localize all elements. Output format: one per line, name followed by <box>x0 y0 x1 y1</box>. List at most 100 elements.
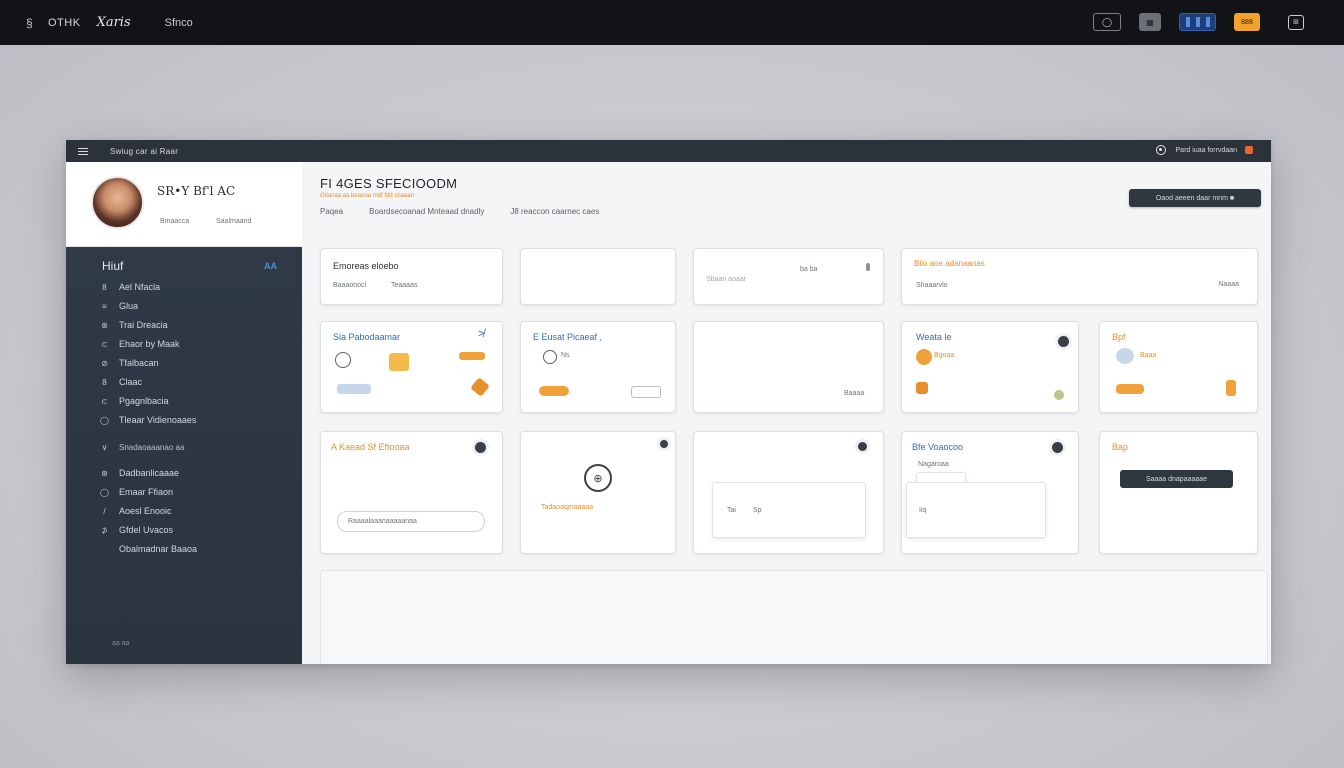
sidebar-group-toggle[interactable]: ∨ Snadaoaaanao aa <box>100 440 185 454</box>
card-subtitle: Teaaaas <box>391 282 418 289</box>
sidebar-item[interactable]: ⊂ Ehaor by Maak <box>100 337 280 351</box>
app-title-bar: Swiug car ai Raar Pard iuaa forrvdaan <box>66 140 1271 162</box>
chart-icon <box>337 384 371 394</box>
sheet-label: Sp <box>753 507 762 514</box>
avatar[interactable] <box>91 176 144 229</box>
filter-bar: Paqea Boardsecoanad Mnteaad dnadly J8 re… <box>320 207 599 216</box>
app-logo-icon[interactable]: § <box>26 16 38 30</box>
sheet-label: Iiq <box>919 507 927 514</box>
snowflake-icon: ≯ <box>478 328 485 340</box>
sidebar-subitem[interactable]: ⊅ Gfdel Uvacos <box>100 523 280 537</box>
radio-icon[interactable] <box>475 442 486 453</box>
signal-icon <box>866 263 870 271</box>
sidebar-item[interactable]: ≡ Glua <box>100 299 280 313</box>
card-r2c3[interactable]: Baaaa <box>693 321 884 413</box>
card-r2c1[interactable]: Sia Pabodaamar ≯ <box>320 321 503 413</box>
sidebar-subitem[interactable]: ◯ Emaar Ffiaon <box>100 485 280 499</box>
radio-icon[interactable] <box>858 442 867 451</box>
card-r2c2[interactable]: E Eusat Picaeaf , Ns <box>520 321 676 413</box>
sidebar-item-icon: / <box>103 506 106 516</box>
card-subtitle: Ns <box>561 352 570 359</box>
sidebar-item[interactable]: ⊛ Trai Dreacia <box>100 318 280 332</box>
os-window-button[interactable]: ⊞ <box>1288 14 1304 30</box>
card-tag: ba ba <box>800 266 818 273</box>
sidebar-subitem[interactable]: / Aoesl Enooic <box>100 504 280 518</box>
sidebar-item[interactable]: ◯ Tleaar Vidienoaaes <box>100 413 280 427</box>
card-r1c4[interactable]: Bilo aoe adanaanas Shaaarvlo Naaaa <box>901 248 1258 305</box>
card-subtitle: Bgoaa <box>934 352 955 359</box>
sidebar-item-icon: 8 <box>102 282 107 292</box>
sidebar-item-label: Claac <box>119 377 143 387</box>
os-brand-script: Xaris <box>96 15 131 30</box>
leaf-icon <box>1054 390 1064 400</box>
bottle-icon <box>1226 380 1236 396</box>
hamburger-menu-icon[interactable] <box>78 147 88 155</box>
sheet-label: Tai <box>727 507 736 514</box>
card-title: A Kaead Sf Eftooaa <box>331 442 410 452</box>
sidebar-item-icon: ◯ <box>100 487 109 497</box>
pill-icon <box>1116 384 1144 394</box>
main-content: FI 4GES SFECIOODM Gtlanaa aa beauoa mdf … <box>302 162 1271 664</box>
card-r3c1[interactable]: A Kaead Sf Eftooaa Raaaalaaanaaaaanaa <box>320 431 503 554</box>
card-icon <box>631 386 661 398</box>
filter-tab[interactable]: Paqea <box>320 207 343 216</box>
os-notification-button[interactable]: 888 <box>1234 13 1260 31</box>
box-icon <box>916 382 928 394</box>
sidebar-item-icon: ⊂ <box>101 339 108 349</box>
top-action-button[interactable]: Oaod aeeen daar mnm ■ <box>1129 189 1261 207</box>
sidebar-footer: aa aa <box>112 640 130 647</box>
card-title: Bilo aoe adanaanas <box>914 259 985 268</box>
card-title: Bpf <box>1112 332 1126 342</box>
notification-icon[interactable] <box>1245 146 1253 154</box>
sidebar-item-icon: ⊛ <box>101 468 108 478</box>
sidebar-item[interactable]: ⊘ Tfalbacan <box>100 356 280 370</box>
chevron-down-icon: ∨ <box>101 442 108 452</box>
sidebar-item[interactable]: 8 Claac <box>100 375 280 389</box>
sidebar-subitem[interactable]: ⊛ Dadbanlicaaae <box>100 466 280 480</box>
card-r1c2[interactable] <box>520 248 676 305</box>
profile-panel: SR•Y Bf'l AC Bmaacca Saalmaand <box>66 162 302 247</box>
text-input[interactable]: Raaaalaaanaaaaanaa <box>337 511 485 532</box>
radio-icon[interactable] <box>1058 336 1069 347</box>
sidebar-item-label: Ehaor by Maak <box>119 339 180 349</box>
os-menu-item[interactable]: Sfnco <box>165 17 193 29</box>
card-subtitle: Baaaonocl <box>333 282 367 289</box>
settings-icon[interactable] <box>1155 145 1166 155</box>
os-panel-button[interactable] <box>1179 13 1216 31</box>
card-r3c5[interactable]: Bap Saaaa dnapaaaaae <box>1099 431 1258 554</box>
card-r2c5[interactable]: Bpf Baaa <box>1099 321 1258 413</box>
os-bar-left: § OTHK Xaris Sfnco <box>0 0 193 45</box>
sidebar-group-label: Snadaoaaanao aa <box>119 442 185 452</box>
sidebar-subitem[interactable]: Obalmadnar Baaoa <box>100 542 280 556</box>
sidebar-item[interactable]: 8 Ael Nfacla <box>100 280 280 294</box>
card-r3c4[interactable]: Bfe Voaocoo Nagaroaa Iiq <box>901 431 1079 554</box>
radio-icon[interactable] <box>660 440 668 448</box>
sidebar-item[interactable]: ⊂ Pgagnlbacia <box>100 394 280 408</box>
page-title: FI 4GES SFECIOODM <box>320 176 458 191</box>
card-r3c3[interactable]: Tai Sp <box>693 431 884 554</box>
card-title: Sia Pabodaamar <box>333 332 401 342</box>
sidebar-item-label: Glua <box>119 301 139 311</box>
account-link[interactable]: Pard iuaa forrvdaan <box>1176 147 1237 154</box>
card-subtitle: Baaa <box>1140 352 1157 359</box>
add-icon[interactable]: ⊕ <box>584 464 612 492</box>
card-r1c3[interactable]: Sbaan aoaar ba ba <box>693 248 884 305</box>
radio-icon[interactable] <box>1052 442 1063 453</box>
sidebar-item-label: Tleaar Vidienoaaes <box>119 415 197 425</box>
card-title: Emoreas eloebo <box>333 261 399 271</box>
sidebar-item-icon: ⊅ <box>101 525 108 535</box>
card-tag: Baaaa <box>844 390 865 397</box>
os-grid-button[interactable]: ▦ <box>1139 13 1161 31</box>
sidebar-heading-badge[interactable]: AA <box>264 261 277 271</box>
os-toggle-button[interactable]: ◯ <box>1093 13 1121 31</box>
app-bar-right: Pard iuaa forrvdaan <box>1155 145 1253 155</box>
filter-tab[interactable]: Boardsecoanad Mnteaad dnadly <box>369 207 484 216</box>
filter-tab[interactable]: J8 reaccon caarnec caes <box>510 207 599 216</box>
pill-icon <box>539 386 569 396</box>
card-r1c1[interactable]: Emoreas eloebo Baaaonocl Teaaaas <box>320 248 503 305</box>
card-action-button[interactable]: Saaaa dnapaaaaae <box>1120 470 1233 488</box>
card-r2c4[interactable]: Weata le Bgoaa <box>901 321 1079 413</box>
badge-icon <box>916 349 932 365</box>
preview-sheet: Tai Sp <box>712 482 866 538</box>
card-r3c2[interactable]: ⊕ Tadaoaqmaaaaa <box>520 431 676 554</box>
